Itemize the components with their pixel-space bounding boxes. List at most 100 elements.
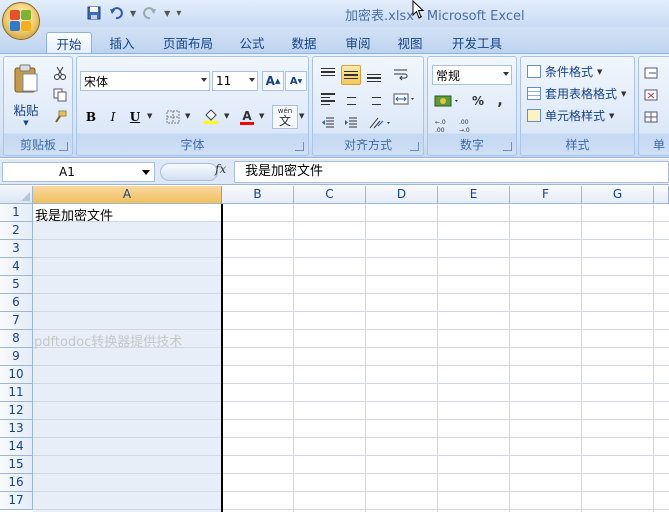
fill-color-dropdown-icon[interactable]: ▼ [224,112,229,120]
fill-color-button[interactable] [201,107,221,127]
decrease-indent-button[interactable] [318,113,338,133]
tab-data[interactable]: 数据 [284,32,324,53]
bold-button[interactable]: B [81,107,101,127]
tab-review[interactable]: 审阅 [338,32,378,53]
percent-button[interactable]: % [468,91,488,111]
tab-developer[interactable]: 开发工具 [446,32,508,53]
row-header-13[interactable]: 13 [0,420,33,438]
row-header-7[interactable]: 7 [0,312,33,330]
worksheet-grid[interactable]: ABCDEFG 1 2 3 4 5 6 7 8 9 10 11 12 13 14 15 16 17 我是加密文件… [0,186,669,512]
formula-input[interactable]: 我是加密文件 [234,161,669,183]
tab-home[interactable]: 开始 [46,32,92,53]
dialog-launcher-icon[interactable] [410,142,419,151]
format-cells-button[interactable] [641,107,661,127]
row-header-1[interactable]: 1 [0,204,33,222]
increase-decimal-button[interactable]: ←.0.00 [433,115,455,135]
align-left-button[interactable] [318,89,338,109]
row-header-4[interactable]: 4 [0,258,33,276]
grow-font-button[interactable]: A ▲ [262,71,284,91]
undo-icon[interactable] [108,5,124,21]
align-left-icon [321,93,335,105]
cell-a1-value: 我是加密文件 [35,209,114,224]
row-header-2[interactable]: 2 [0,222,33,240]
middle-align-button[interactable] [341,65,361,85]
row-header-16[interactable]: 16 [0,474,33,492]
delete-cells-button[interactable] [641,85,661,105]
formula-bar-splitter[interactable] [160,163,218,181]
shrink-font-button[interactable]: A ▼ [285,71,307,91]
tab-insert[interactable]: 插入 [100,32,144,53]
customize-qat-icon[interactable]: ▾ [176,8,181,19]
row-header-15[interactable]: 15 [0,456,33,474]
font-color-button[interactable]: A [237,107,257,127]
row-header-14[interactable]: 14 [0,438,33,456]
row-header-3[interactable]: 3 [0,240,33,258]
format-as-table-label: 套用表格格式 [545,87,618,101]
dialog-launcher-icon[interactable] [295,142,304,151]
orientation-button[interactable] [367,113,395,133]
dialog-launcher-icon[interactable] [59,142,68,151]
paste-button[interactable]: 粘贴 ▼ [8,61,44,129]
bottom-align-button[interactable] [364,65,384,85]
cut-button[interactable] [50,63,70,83]
column-header-b[interactable]: B [222,186,294,204]
tab-page-layout[interactable]: 页面布局 [156,32,220,53]
tab-view[interactable]: 视图 [390,32,430,53]
redo-dropdown-icon[interactable]: ▼ [164,9,170,18]
underline-button[interactable]: U [125,107,145,127]
phonetic-button[interactable]: wén 文 [272,105,298,129]
insert-cells-button[interactable] [641,63,661,83]
align-center-button[interactable] [341,89,361,109]
conditional-formatting-button[interactable]: 条件格式 ▼ [527,63,602,80]
borders-dropdown-icon[interactable]: ▼ [185,112,190,120]
column-header-c[interactable]: C [294,186,366,204]
underline-dropdown-icon[interactable]: ▼ [147,112,152,120]
select-all-button[interactable] [0,186,33,204]
font-name-select[interactable]: 宋体 [80,71,210,91]
tab-formulas[interactable]: 公式 [232,32,272,53]
copy-button[interactable] [50,85,70,105]
format-painter-button[interactable] [50,107,70,127]
row-header-17[interactable]: 17 [0,492,33,510]
column-header-a[interactable]: A [33,186,222,204]
borders-button[interactable] [163,107,183,127]
dialog-launcher-icon[interactable] [503,142,512,151]
name-box[interactable]: A1 [2,162,155,182]
row-header-10[interactable]: 10 [0,366,33,384]
italic-button[interactable]: I [103,107,123,127]
redo-icon[interactable] [142,5,158,21]
chevron-down-icon [503,72,509,76]
align-right-button[interactable] [364,89,384,109]
column-header-f[interactable]: F [510,186,582,204]
merge-center-button[interactable] [391,89,419,109]
insert-function-button[interactable]: fx [215,162,226,176]
format-as-table-button[interactable]: 套用表格格式 ▼ [527,85,626,102]
chevron-down-icon: ▼ [609,111,615,120]
font-color-dropdown-icon[interactable]: ▼ [259,112,264,120]
font-group: 宋体 11 A ▲ A ▼ B I U ▼ ▼ ▼ A ▼ wén 文 ▼ 字体 [76,56,309,156]
row-header-11[interactable]: 11 [0,384,33,402]
column-header-d[interactable]: D [366,186,438,204]
decrease-decimal-button[interactable]: .00 →.0 [457,115,479,135]
top-align-button[interactable] [318,65,338,85]
increase-indent-button[interactable] [341,113,361,133]
undo-dropdown-icon[interactable]: ▼ [130,9,136,18]
accounting-format-button[interactable] [433,91,463,111]
row-header-8[interactable]: 8 [0,330,33,348]
column-header-e[interactable]: E [438,186,510,204]
wrap-text-button[interactable] [391,65,411,85]
number-format-select[interactable]: 常规 [432,65,512,85]
font-size-select[interactable]: 11 [212,71,258,91]
row-header-5[interactable]: 5 [0,276,33,294]
phonetic-dropdown-icon[interactable]: ▼ [299,112,304,120]
save-icon[interactable] [86,5,102,21]
column-header-g[interactable]: G [582,186,654,204]
row-header-6[interactable]: 6 [0,294,33,312]
cell-styles-button[interactable]: 单元格样式 ▼ [527,107,614,124]
merge-cells-icon [393,93,414,105]
row-header-12[interactable]: 12 [0,402,33,420]
align-bottom-icon [367,73,381,83]
comma-button[interactable]: , [490,91,510,111]
office-button[interactable] [2,2,40,40]
row-header-9[interactable]: 9 [0,348,33,366]
